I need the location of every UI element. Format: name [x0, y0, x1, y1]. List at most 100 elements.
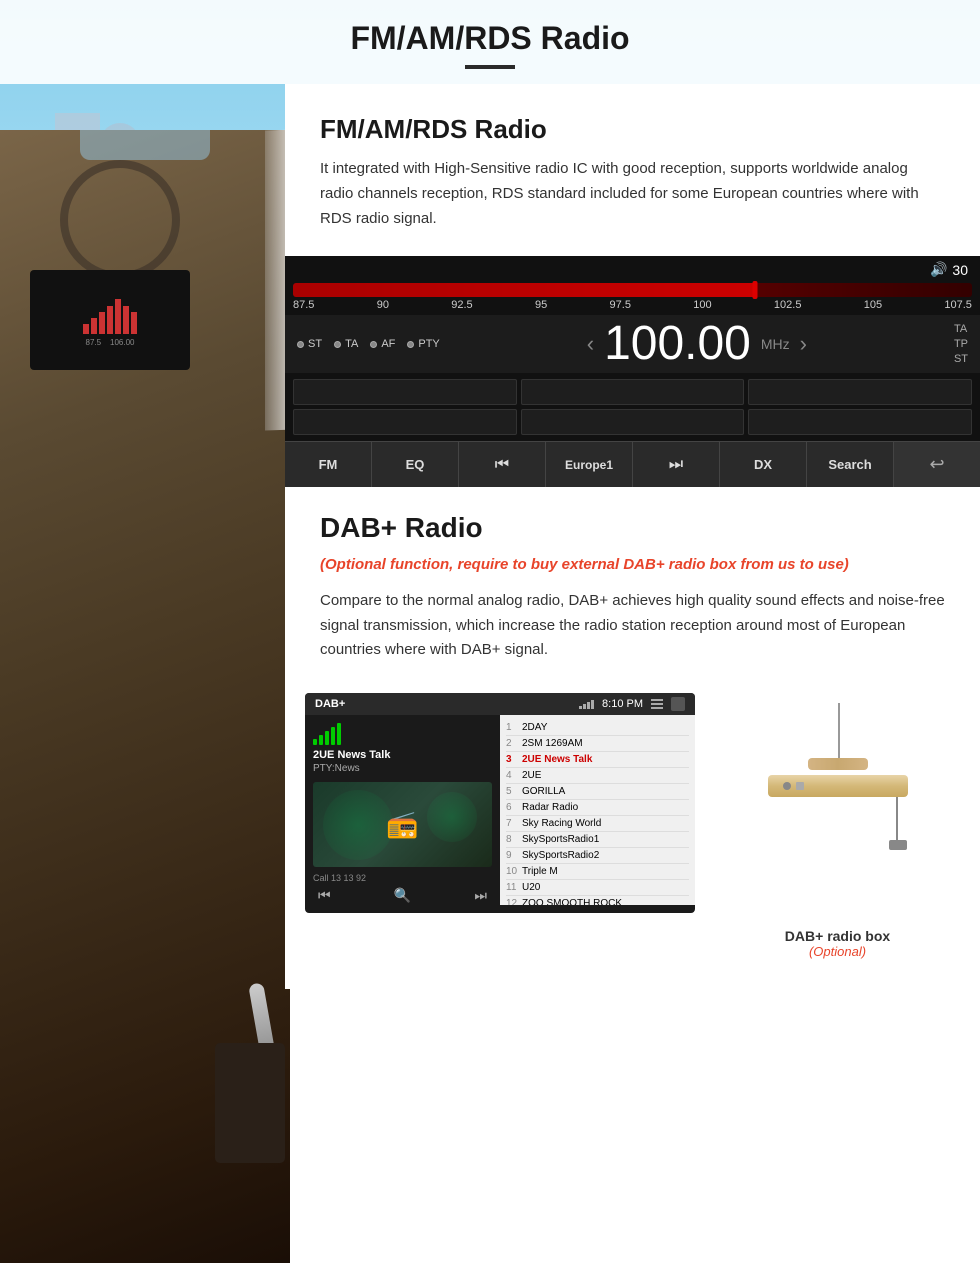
dab-pty: PTY:News	[313, 763, 492, 774]
signal-bar-3	[325, 731, 329, 745]
preset-btn-2[interactable]	[521, 379, 745, 405]
dab-bottom-bar: Call 13 13 92	[313, 873, 492, 883]
freq-label-1075: 107.5	[944, 299, 972, 311]
volume-level: 30	[952, 262, 968, 278]
signal-bar-1	[313, 739, 317, 745]
fm-info-card: FM/AM/RDS Radio It integrated with High-…	[285, 84, 980, 256]
ta-control[interactable]: TA	[334, 338, 358, 350]
dab-visual-area: 📻	[313, 782, 492, 867]
freq-prev-arrow[interactable]: ‹	[587, 331, 594, 357]
freq-label-975: 97.5	[610, 299, 631, 311]
dab-device-body	[768, 775, 908, 797]
antenna-connector	[808, 758, 868, 770]
dab-next-btn[interactable]: ⏭	[474, 887, 487, 904]
dab-channel-12[interactable]: 12ZOO SMOOTH ROCK	[506, 896, 689, 905]
preset-btn-5[interactable]	[521, 409, 745, 435]
prev-button[interactable]: ⏮	[459, 442, 546, 487]
next-button[interactable]: ⏭	[633, 442, 720, 487]
freq-next-arrow[interactable]: ›	[800, 331, 807, 357]
cable-wire	[896, 797, 898, 842]
pty-control[interactable]: PTY	[407, 338, 439, 350]
dab-search-btn[interactable]: 🔍	[394, 887, 411, 904]
glow-effect-1	[323, 790, 393, 860]
dab-screen-header: DAB+ 8:10 PM	[305, 693, 695, 715]
pty-dot	[407, 341, 414, 348]
freq-label-95: 95	[535, 299, 547, 311]
signal-bars	[313, 723, 492, 745]
radio-mode-controls: ST TA AF PTY	[285, 315, 980, 373]
freq-center-display: ‹ 100.00 MHz ›	[452, 320, 942, 368]
fm-section-description: It integrated with High-Sensitive radio …	[320, 157, 945, 231]
left-background-column	[0, 84, 285, 989]
dab-screen-body: 2UE News Talk PTY:News 📻	[305, 715, 695, 905]
pty-label: PTY	[418, 338, 439, 350]
dab-channel-4[interactable]: 42UE	[506, 768, 689, 784]
preset-buttons-grid	[285, 373, 980, 441]
af-label: AF	[381, 338, 395, 350]
dab-channel-1[interactable]: 12DAY	[506, 720, 689, 736]
search-button[interactable]: Search	[807, 442, 894, 487]
dab-channel-7[interactable]: 7Sky Racing World	[506, 816, 689, 832]
dab-channel-6[interactable]: 6Radar Radio	[506, 800, 689, 816]
radio-top-bar: 🔊 30	[285, 256, 980, 283]
dab-channel-list-panel: 12DAY 22SM 1269AM 32UE News Talk 42UE 5G…	[500, 715, 695, 905]
st-label: ST	[308, 338, 322, 350]
dab-channel-8[interactable]: 8SkySportsRadio1	[506, 832, 689, 848]
preset-btn-1[interactable]	[293, 379, 517, 405]
freq-label-100: 100	[693, 299, 711, 311]
dab-screen: DAB+ 8:10 PM	[305, 693, 695, 913]
dab-playback-controls: ⏮ 🔍 ⏭	[313, 887, 492, 904]
dab-channel-5[interactable]: 5GORILLA	[506, 784, 689, 800]
dab-section-description: Compare to the normal analog radio, DAB+…	[320, 589, 945, 663]
dab-channel-2[interactable]: 22SM 1269AM	[506, 736, 689, 752]
dab-channel-3[interactable]: 32UE News Talk	[506, 752, 689, 768]
close-icon[interactable]	[671, 697, 685, 711]
dab-box-container: DAB+ radio box (Optional)	[715, 693, 960, 969]
title-underline	[465, 65, 515, 69]
device-port-1	[783, 782, 791, 790]
page-title: FM/AM/RDS Radio	[0, 20, 980, 57]
dab-station-name: 2UE News Talk	[313, 749, 492, 761]
preset-btn-3[interactable]	[748, 379, 972, 405]
freq-indicator	[752, 281, 757, 299]
freq-label-875: 87.5	[293, 299, 314, 311]
dab-channel-11[interactable]: 11U20	[506, 880, 689, 896]
dx-button[interactable]: DX	[720, 442, 807, 487]
dab-time: 8:10 PM	[602, 698, 643, 710]
st-dot	[297, 341, 304, 348]
preset-btn-4[interactable]	[293, 409, 517, 435]
dab-channel-9[interactable]: 9SkySportsRadio2	[506, 848, 689, 864]
radio-icon: 📻	[386, 809, 418, 840]
europe1-button[interactable]: Europe1	[546, 442, 633, 487]
page-title-section: FM/AM/RDS Radio	[0, 0, 980, 84]
eq-button[interactable]: EQ	[372, 442, 459, 487]
dab-box-label-text: DAB+ radio box	[785, 928, 890, 944]
freq-label-105: 105	[864, 299, 882, 311]
signal-bar-2	[319, 735, 323, 745]
st-control[interactable]: ST	[297, 338, 322, 350]
usb-connector	[889, 840, 907, 850]
af-control[interactable]: AF	[370, 338, 395, 350]
radio-screen: 🔊 30 87.5 90 92.5 95 97.5 100	[285, 256, 980, 487]
dab-header-right: 8:10 PM	[579, 697, 685, 711]
freq-progress-bar	[293, 283, 972, 297]
dab-prev-btn[interactable]: ⏮	[318, 887, 331, 904]
dab-optional-text: (Optional function, require to buy exter…	[320, 554, 945, 577]
right-content-column: FM/AM/RDS Radio It integrated with High-…	[285, 84, 980, 989]
fm-button[interactable]: FM	[285, 442, 372, 487]
dab-label: DAB+	[315, 698, 345, 710]
right-mode-controls: TA TP ST	[954, 323, 968, 365]
dab-channel-list: 12DAY 22SM 1269AM 32UE News Talk 42UE 5G…	[506, 720, 689, 905]
freq-labels-row: 87.5 90 92.5 95 97.5 100 102.5 105 107.5	[285, 297, 980, 315]
signal-bar-4	[331, 727, 335, 745]
back-button[interactable]: ↩	[894, 442, 980, 487]
dab-box-optional-label: (Optional)	[785, 944, 890, 959]
ta-right-label: TA	[954, 323, 968, 335]
freq-unit: MHz	[761, 336, 790, 352]
radio-toolbar: FM EQ ⏮ Europe1 ⏭ DX Search ↩	[285, 441, 980, 487]
dab-channel-10[interactable]: 10Triple M	[506, 864, 689, 880]
menu-icon[interactable]	[651, 699, 663, 709]
device-port-2	[796, 782, 804, 790]
preset-btn-6[interactable]	[748, 409, 972, 435]
dab-call-text: Call 13 13 92	[313, 873, 366, 883]
